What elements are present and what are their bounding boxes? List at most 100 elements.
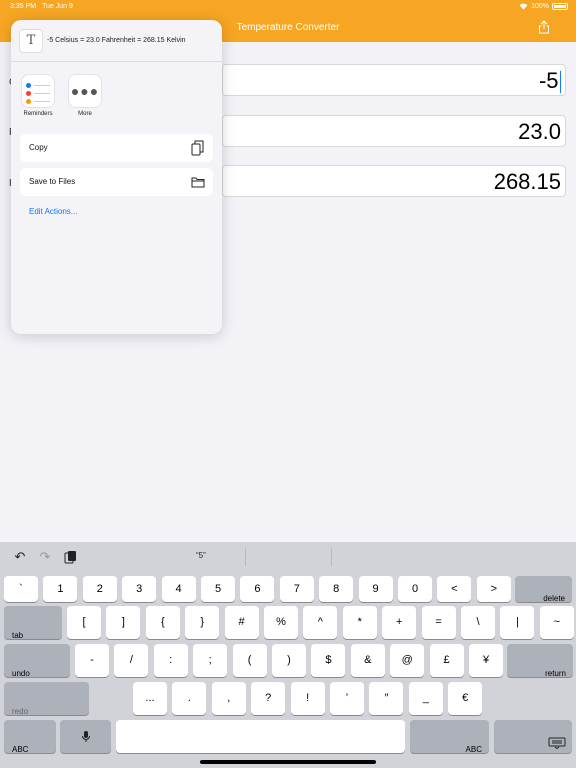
key-8-row2-label: + (395, 616, 403, 628)
key-9-row2[interactable]: = (421, 606, 456, 639)
key-4-row3[interactable]: ( (232, 644, 267, 677)
key-1-row2[interactable]: ] (106, 606, 141, 639)
hide-keyboard-key[interactable] (494, 720, 572, 753)
undo-icon[interactable]: ↶ (13, 550, 27, 564)
key-4-row2[interactable]: # (224, 606, 259, 639)
key-3-row4-label: ? (265, 692, 272, 704)
more-icon[interactable]: ●●● (68, 74, 102, 108)
key-1-row1-label: 1 (57, 583, 64, 595)
reminders-icon[interactable] (21, 74, 55, 108)
key-2-row4-label: , (227, 692, 231, 704)
key-7-row3-label: & (364, 654, 372, 666)
return-key-label: return (545, 669, 566, 678)
key-1-row4[interactable]: . (172, 682, 207, 715)
key-2-row3[interactable]: : (153, 644, 188, 677)
key-3-row1[interactable]: 3 (122, 576, 157, 602)
key-5-row3[interactable]: ) (272, 644, 306, 677)
dictation-key[interactable] (60, 720, 111, 753)
share-icon[interactable] (538, 20, 550, 34)
key-6-row3[interactable]: $ (311, 644, 346, 677)
copy-action[interactable]: Copy (20, 134, 213, 162)
key-8-row1[interactable]: 8 (319, 576, 354, 602)
key-11-row2[interactable]: | (500, 606, 535, 639)
key-10-row2[interactable]: \ (461, 606, 495, 639)
key-9-row3[interactable]: £ (429, 644, 464, 677)
microphone-icon (81, 731, 90, 742)
abc-key-right[interactable]: ABC (410, 720, 489, 754)
key-8-row3[interactable]: @ (390, 644, 425, 677)
key-0-row4[interactable]: ... (133, 682, 167, 715)
kelvin-input[interactable]: 268.15 (222, 165, 566, 197)
key-1-row3-label: / (129, 654, 133, 666)
key-8-row1-label: 8 (333, 583, 340, 595)
fahrenheit-input[interactable]: 23.0 (222, 115, 566, 147)
key-1-row2-label: ] (121, 616, 125, 628)
key-5-row1[interactable]: 5 (201, 576, 235, 602)
kelvin-value: 268.15 (493, 169, 561, 194)
key-11-row1[interactable]: < (437, 576, 472, 602)
return-key[interactable]: return (507, 644, 573, 678)
key-7-row3[interactable]: & (350, 644, 385, 677)
key-4-row4[interactable]: ! (290, 682, 325, 715)
celsius-input[interactable]: -5 (222, 64, 566, 96)
save-to-files-label: Save to Files (29, 177, 76, 186)
redo-key[interactable]: redo (4, 682, 89, 716)
space-key[interactable] (116, 720, 405, 753)
key-8-row2[interactable]: + (382, 606, 417, 639)
redo-icon[interactable]: ↷ (38, 550, 52, 564)
key-6-row2-label: ^ (317, 616, 323, 628)
edit-actions-link[interactable]: Edit Actions... (29, 207, 77, 216)
key-12-row1[interactable]: > (476, 576, 511, 602)
undo-key-label: undo (12, 669, 30, 678)
delete-key-label: delete (543, 594, 565, 603)
key-0-row2[interactable]: [ (67, 606, 101, 639)
key-3-row3-label: ; (208, 654, 212, 666)
key-8-row4[interactable]: € (448, 682, 483, 715)
paste-icon[interactable] (64, 550, 78, 564)
key-0-row2-label: [ (82, 616, 86, 628)
key-3-row2-label: } (200, 616, 205, 628)
save-to-files-action[interactable]: Save to Files (20, 168, 213, 196)
tab-key[interactable]: tab (4, 606, 62, 640)
key-6-row4[interactable]: ″ (369, 682, 404, 715)
key-2-row3-label: : (169, 654, 173, 666)
key-0-row1[interactable]: ` (4, 576, 38, 602)
key-1-row1[interactable]: 1 (43, 576, 78, 602)
key-3-row3[interactable]: ; (193, 644, 228, 677)
key-5-row1-label: 5 (214, 583, 222, 595)
key-7-row4-label: _ (422, 692, 429, 704)
key-3-row4[interactable]: ? (251, 682, 286, 715)
key-6-row1[interactable]: 6 (240, 576, 275, 602)
share-sheet: T -5 Celsius = 23.0 Fahrenheit = 268.15 … (11, 20, 222, 334)
key-6-row2[interactable]: ^ (303, 606, 338, 639)
key-8-row4-label: € (462, 692, 469, 704)
key-1-row4-label: . (187, 692, 191, 704)
key-5-row2[interactable]: % (264, 606, 298, 639)
key-3-row1-label: 3 (136, 583, 143, 595)
key-2-row4[interactable]: , (211, 682, 246, 715)
key-9-row1[interactable]: 9 (358, 576, 393, 602)
more-label: More (78, 111, 92, 117)
key-2-row1[interactable]: 2 (82, 576, 117, 602)
key-7-row2[interactable]: * (342, 606, 377, 639)
key-10-row3[interactable]: ¥ (469, 644, 503, 677)
key-2-row2[interactable]: { (145, 606, 180, 639)
key-2-row2-label: { (160, 616, 165, 628)
key-12-row2[interactable]: ~ (539, 606, 574, 639)
key-4-row1[interactable]: 4 (161, 576, 196, 602)
key-7-row4[interactable]: _ (408, 682, 443, 715)
battery-percent: 100% (531, 3, 549, 10)
key-7-row1[interactable]: 7 (279, 576, 314, 602)
abc-key-left[interactable]: ABC (4, 720, 56, 754)
key-11-row1-label: < (451, 583, 458, 595)
key-5-row4[interactable]: ’ (330, 682, 364, 715)
key-10-row1-label: 0 (411, 583, 419, 595)
key-0-row3[interactable]: - (75, 644, 109, 677)
delete-key[interactable]: delete (515, 576, 572, 603)
undo-key[interactable]: undo (4, 644, 70, 678)
key-3-row2[interactable]: } (185, 606, 220, 639)
key-10-row1[interactable]: 0 (398, 576, 432, 602)
key-9-row3-label: £ (443, 654, 450, 666)
key-1-row3[interactable]: / (114, 644, 149, 677)
predictive-suggestion[interactable]: “5” (196, 551, 206, 560)
